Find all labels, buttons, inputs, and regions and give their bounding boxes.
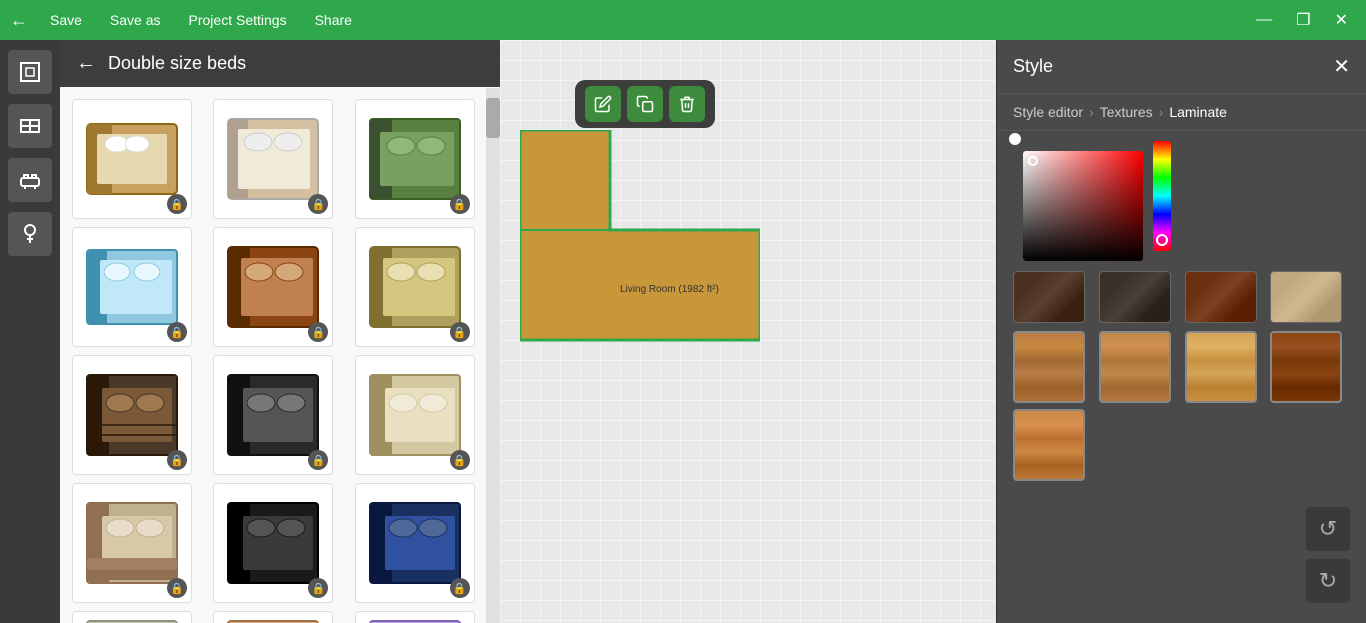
list-item[interactable]: 🔒 bbox=[213, 611, 333, 623]
list-item[interactable]: 🔒 bbox=[213, 99, 333, 219]
list-item[interactable]: 🔒 bbox=[72, 99, 192, 219]
catalog-scrollbar[interactable] bbox=[486, 88, 500, 623]
copy-object-button[interactable] bbox=[627, 86, 663, 122]
color-picker-dot-top[interactable] bbox=[1009, 133, 1021, 145]
lock-icon: 🔒 bbox=[167, 578, 187, 598]
list-item[interactable]: 🔒 bbox=[355, 227, 475, 347]
lock-icon: 🔒 bbox=[167, 450, 187, 470]
breadcrumb-style-editor[interactable]: Style editor bbox=[1013, 104, 1083, 120]
list-item[interactable]: 🔒 bbox=[355, 355, 475, 475]
color-picker-area bbox=[997, 131, 1366, 271]
texture-swatches-grid bbox=[997, 327, 1366, 491]
style-panel-title: Style bbox=[1013, 56, 1053, 77]
save-button[interactable]: Save bbox=[44, 8, 88, 32]
window-close-button[interactable]: ✕ bbox=[1327, 8, 1356, 32]
gradient-cursor[interactable] bbox=[1028, 156, 1038, 166]
list-item[interactable]: 🔒 bbox=[72, 355, 192, 475]
edit-object-button[interactable] bbox=[585, 86, 621, 122]
texture-swatch[interactable] bbox=[1185, 271, 1257, 323]
catalog-panel: ← Double size beds 🔒 bbox=[60, 40, 500, 623]
list-item[interactable]: 🔒 bbox=[72, 227, 192, 347]
color-gradient-picker[interactable] bbox=[1023, 151, 1143, 261]
lock-icon: 🔒 bbox=[450, 322, 470, 342]
lock-icon: 🔒 bbox=[308, 450, 328, 470]
breadcrumb-sep-1: › bbox=[1089, 104, 1094, 120]
lock-icon: 🔒 bbox=[450, 194, 470, 214]
canvas-area[interactable]: Living Room (1982 ft²) bbox=[500, 40, 996, 623]
texture-swatch[interactable] bbox=[1099, 331, 1171, 403]
style-panel-header: Style ✕ bbox=[997, 40, 1366, 94]
catalog-scrollbar-thumb[interactable] bbox=[486, 98, 500, 138]
texture-swatch[interactable] bbox=[1185, 331, 1257, 403]
maximize-button[interactable]: ❐ bbox=[1288, 8, 1318, 32]
style-breadcrumb: Style editor › Textures › Laminate bbox=[997, 94, 1366, 131]
breadcrumb-sep-2: › bbox=[1159, 104, 1164, 120]
delete-object-button[interactable] bbox=[669, 86, 705, 122]
texture-swatch[interactable] bbox=[1013, 271, 1085, 323]
undo-redo-container: ↺ ↻ bbox=[1306, 507, 1350, 603]
catalog-header: ← Double size beds bbox=[60, 40, 500, 87]
lock-icon: 🔒 bbox=[167, 322, 187, 342]
breadcrumb-laminate: Laminate bbox=[1169, 104, 1227, 120]
catalog-grid: 🔒 🔒 🔒 bbox=[60, 87, 500, 623]
texture-swatch[interactable] bbox=[1099, 271, 1171, 323]
swatch-row-dark bbox=[997, 271, 1366, 327]
list-item[interactable]: 🔒 bbox=[213, 227, 333, 347]
project-settings-button[interactable]: Project Settings bbox=[183, 8, 293, 32]
list-item[interactable]: 🔒 bbox=[72, 483, 192, 603]
toolbar-back-button[interactable]: ← bbox=[10, 10, 28, 31]
undo-button[interactable]: ↺ bbox=[1306, 507, 1350, 551]
breadcrumb-textures[interactable]: Textures bbox=[1100, 104, 1153, 120]
floating-toolbar bbox=[575, 80, 715, 128]
style-panel-close-button[interactable]: ✕ bbox=[1333, 54, 1350, 79]
sidebar-icon-windows[interactable] bbox=[8, 104, 52, 148]
list-item[interactable]: 🔒 bbox=[355, 483, 475, 603]
sidebar-icon-walls[interactable] bbox=[8, 50, 52, 94]
room-shape[interactable]: Living Room (1982 ft²) bbox=[520, 130, 760, 350]
lock-icon: 🔒 bbox=[167, 194, 187, 214]
list-item[interactable]: 🔒 bbox=[213, 483, 333, 603]
lock-icon: 🔒 bbox=[308, 322, 328, 342]
lock-icon: 🔒 bbox=[308, 578, 328, 598]
texture-swatch[interactable] bbox=[1013, 409, 1085, 481]
minimize-button[interactable]: — bbox=[1248, 8, 1280, 32]
hue-slider[interactable] bbox=[1153, 141, 1171, 251]
svg-text:Living Room (1982 ft²): Living Room (1982 ft²) bbox=[620, 284, 719, 295]
lock-icon: 🔒 bbox=[308, 194, 328, 214]
texture-swatch[interactable] bbox=[1270, 331, 1342, 403]
sidebar-icon-landscape[interactable] bbox=[8, 212, 52, 256]
main-toolbar: ← Save Save as Project Settings Share — … bbox=[0, 0, 1366, 40]
catalog-back-button[interactable]: ← bbox=[76, 52, 96, 75]
share-button[interactable]: Share bbox=[309, 8, 358, 32]
texture-swatch[interactable] bbox=[1270, 271, 1342, 323]
lock-icon: 🔒 bbox=[450, 450, 470, 470]
list-item[interactable]: 🔒 bbox=[355, 611, 475, 623]
hue-cursor[interactable] bbox=[1156, 234, 1168, 246]
left-sidebar bbox=[0, 40, 60, 623]
lock-icon: 🔒 bbox=[450, 578, 470, 598]
sidebar-icon-furniture[interactable] bbox=[8, 158, 52, 202]
style-panel: Style ✕ Style editor › Textures › Lamina… bbox=[996, 40, 1366, 623]
room-container: Living Room (1982 ft²) bbox=[520, 130, 760, 355]
catalog-title: Double size beds bbox=[108, 53, 246, 74]
list-item[interactable]: 🔒 bbox=[355, 99, 475, 219]
list-item[interactable]: 🔒 bbox=[72, 611, 192, 623]
texture-swatch[interactable] bbox=[1013, 331, 1085, 403]
redo-button[interactable]: ↻ bbox=[1306, 559, 1350, 603]
list-item[interactable]: 🔒 bbox=[213, 355, 333, 475]
main-content: ← Double size beds 🔒 bbox=[0, 40, 1366, 623]
save-as-button[interactable]: Save as bbox=[104, 8, 167, 32]
window-controls: — ❐ ✕ bbox=[1248, 8, 1356, 32]
